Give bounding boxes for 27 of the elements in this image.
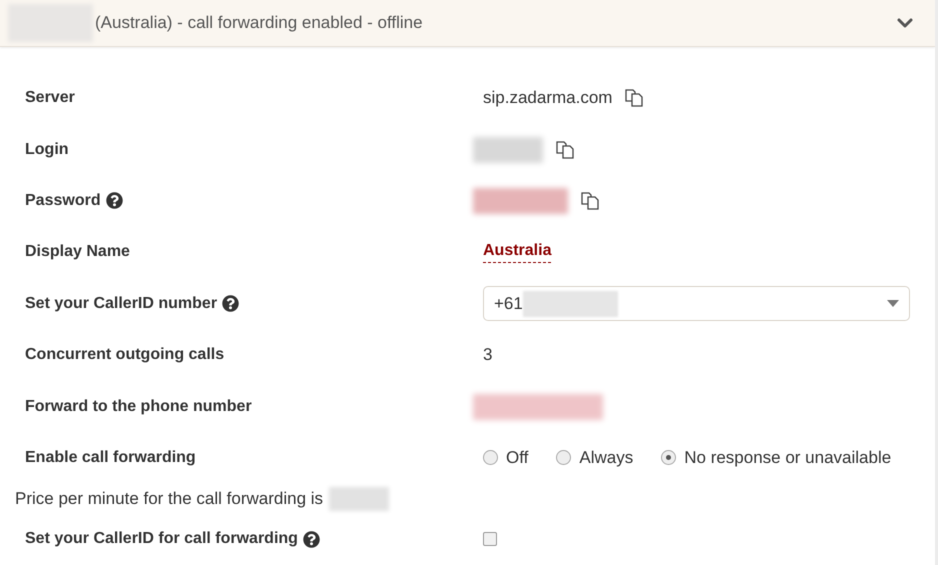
copy-icon[interactable] (555, 140, 575, 160)
callerid-select[interactable]: +61 (483, 286, 910, 322)
field-label: Forward to the phone number (25, 398, 252, 416)
field-label: Set your CallerID for call forwarding (25, 530, 298, 548)
field-label: Set your CallerID number (25, 294, 218, 313)
field-label: Password (25, 192, 101, 210)
radio-option[interactable]: No response or unavailable (661, 448, 892, 468)
field-label: Enable call forwarding (25, 448, 196, 467)
help-icon[interactable] (106, 192, 123, 210)
field-label: Server (25, 89, 75, 108)
dropdown-caret-icon (887, 300, 899, 308)
blurred-price (329, 486, 390, 511)
copy-icon[interactable] (580, 190, 600, 211)
copy-icon[interactable] (624, 88, 644, 108)
field-label: Display Name (25, 243, 130, 262)
field-label: Concurrent outgoing calls (25, 346, 224, 364)
display-name-link[interactable]: Australia (483, 242, 552, 263)
radio-option[interactable]: Always (556, 448, 634, 468)
radio-option[interactable]: Off (483, 448, 528, 468)
field-value: 3 (483, 345, 492, 366)
checkbox[interactable] (483, 532, 497, 546)
help-icon[interactable] (222, 295, 240, 312)
help-icon[interactable] (302, 530, 320, 548)
account-title: (Australia) - call forwarding enabled - offline (95, 13, 424, 34)
field-value: sip.zadarma.com (483, 88, 612, 108)
field-label: Login (25, 140, 69, 159)
price-note: Price per minute for the call forwarding is (15, 488, 324, 509)
